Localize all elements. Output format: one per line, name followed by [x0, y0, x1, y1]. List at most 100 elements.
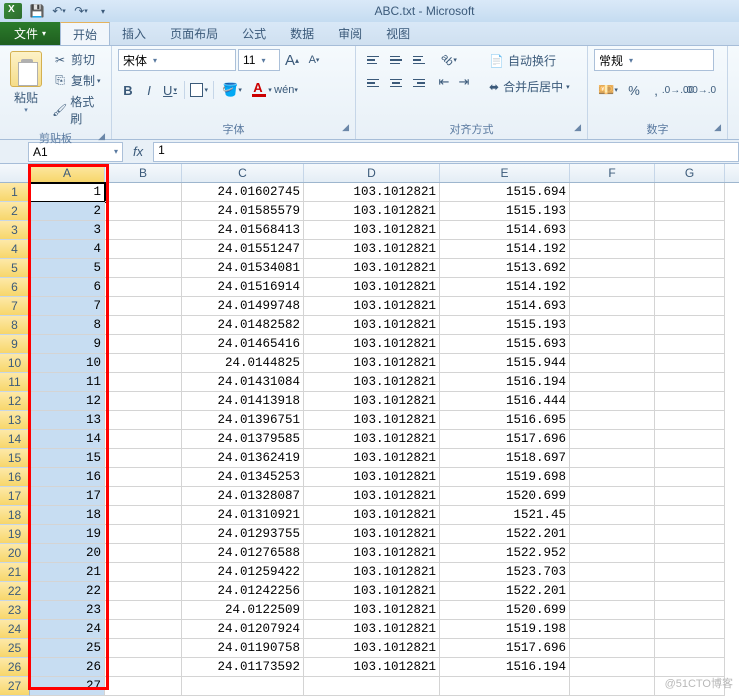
tab-数据[interactable]: 数据: [278, 22, 326, 45]
cell[interactable]: 103.1012821: [304, 373, 440, 392]
cell[interactable]: [105, 335, 182, 354]
column-header-B[interactable]: B: [105, 164, 182, 182]
cell[interactable]: [655, 221, 725, 240]
phonetic-button[interactable]: wén▾: [276, 79, 296, 101]
cell[interactable]: [105, 525, 182, 544]
row-header[interactable]: 5: [0, 259, 30, 278]
cell[interactable]: 20: [30, 544, 105, 563]
tab-插入[interactable]: 插入: [110, 22, 158, 45]
cell[interactable]: 1521.45: [440, 506, 570, 525]
cell[interactable]: 103.1012821: [304, 240, 440, 259]
cell[interactable]: 22: [30, 582, 105, 601]
cell[interactable]: 14: [30, 430, 105, 449]
cell[interactable]: [570, 506, 655, 525]
align-top-button[interactable]: [362, 49, 384, 71]
row-header[interactable]: 14: [0, 430, 30, 449]
cell[interactable]: 103.1012821: [304, 259, 440, 278]
cell[interactable]: 103.1012821: [304, 392, 440, 411]
cell[interactable]: 103.1012821: [304, 202, 440, 221]
cell[interactable]: 24.0122509: [182, 601, 304, 620]
fill-color-button[interactable]: 🪣▾: [218, 79, 246, 101]
cell[interactable]: [655, 278, 725, 297]
cell[interactable]: 1519.198: [440, 620, 570, 639]
row-header[interactable]: 13: [0, 411, 30, 430]
row-header[interactable]: 12: [0, 392, 30, 411]
cell[interactable]: 24.01585579: [182, 202, 304, 221]
cell[interactable]: [655, 601, 725, 620]
copy-button[interactable]: ⎘复制▾: [48, 70, 105, 91]
cell[interactable]: [570, 677, 655, 696]
row-header[interactable]: 23: [0, 601, 30, 620]
cell[interactable]: 24.01499748: [182, 297, 304, 316]
dialog-launcher-icon[interactable]: ◢: [714, 122, 721, 133]
cell[interactable]: 24.01328087: [182, 487, 304, 506]
align-middle-button[interactable]: [385, 49, 407, 71]
cell[interactable]: 103.1012821: [304, 601, 440, 620]
cell[interactable]: 24: [30, 620, 105, 639]
dialog-launcher-icon[interactable]: ◢: [342, 122, 349, 133]
cell[interactable]: [105, 316, 182, 335]
align-left-button[interactable]: [362, 72, 384, 94]
row-header[interactable]: 1: [0, 183, 30, 202]
cell[interactable]: [570, 297, 655, 316]
cell[interactable]: 103.1012821: [304, 506, 440, 525]
cell[interactable]: 1514.693: [440, 297, 570, 316]
cell[interactable]: 12: [30, 392, 105, 411]
cell[interactable]: [570, 658, 655, 677]
fx-button[interactable]: fx: [123, 144, 153, 159]
font-size-combo[interactable]: 11▾: [238, 49, 280, 71]
cell[interactable]: [105, 411, 182, 430]
wrap-text-button[interactable]: 📄自动换行: [482, 49, 577, 72]
cell[interactable]: 1: [30, 183, 105, 202]
cell[interactable]: 1516.194: [440, 373, 570, 392]
cell[interactable]: 24.01534081: [182, 259, 304, 278]
cell[interactable]: 5: [30, 259, 105, 278]
format-painter-button[interactable]: 🖌格式刷: [48, 91, 105, 129]
cell[interactable]: [105, 202, 182, 221]
cell[interactable]: [105, 221, 182, 240]
row-header[interactable]: 11: [0, 373, 30, 392]
row-header[interactable]: 8: [0, 316, 30, 335]
cell[interactable]: 24.01413918: [182, 392, 304, 411]
row-header[interactable]: 3: [0, 221, 30, 240]
cell[interactable]: [570, 316, 655, 335]
cell[interactable]: [570, 354, 655, 373]
cell[interactable]: [105, 620, 182, 639]
column-header-A[interactable]: A: [30, 164, 105, 182]
increase-indent-button[interactable]: ⇥: [454, 71, 474, 93]
cell[interactable]: 103.1012821: [304, 430, 440, 449]
cell[interactable]: 1520.699: [440, 601, 570, 620]
align-center-button[interactable]: [385, 72, 407, 94]
cell[interactable]: 1522.201: [440, 582, 570, 601]
cell[interactable]: 103.1012821: [304, 183, 440, 202]
cell[interactable]: [655, 430, 725, 449]
cell[interactable]: 1514.693: [440, 221, 570, 240]
cell[interactable]: [105, 430, 182, 449]
cell[interactable]: 103.1012821: [304, 468, 440, 487]
row-header[interactable]: 24: [0, 620, 30, 639]
cell[interactable]: [105, 297, 182, 316]
cell[interactable]: 103.1012821: [304, 411, 440, 430]
cell[interactable]: [570, 544, 655, 563]
cell[interactable]: 1513.692: [440, 259, 570, 278]
cell[interactable]: [570, 392, 655, 411]
row-header[interactable]: 19: [0, 525, 30, 544]
cell[interactable]: 18: [30, 506, 105, 525]
cell[interactable]: [570, 468, 655, 487]
cell[interactable]: [570, 430, 655, 449]
column-header-G[interactable]: G: [655, 164, 725, 182]
cell[interactable]: 1522.201: [440, 525, 570, 544]
cell[interactable]: 1515.693: [440, 335, 570, 354]
cell[interactable]: 15: [30, 449, 105, 468]
cell[interactable]: 10: [30, 354, 105, 373]
cell[interactable]: [655, 525, 725, 544]
cell[interactable]: 1516.444: [440, 392, 570, 411]
cell[interactable]: [655, 392, 725, 411]
align-bottom-button[interactable]: [408, 49, 430, 71]
cell[interactable]: 24.01602745: [182, 183, 304, 202]
cell[interactable]: 103.1012821: [304, 544, 440, 563]
cell[interactable]: 24.01259422: [182, 563, 304, 582]
cell[interactable]: [304, 677, 440, 696]
cell[interactable]: [105, 183, 182, 202]
cell[interactable]: [570, 639, 655, 658]
